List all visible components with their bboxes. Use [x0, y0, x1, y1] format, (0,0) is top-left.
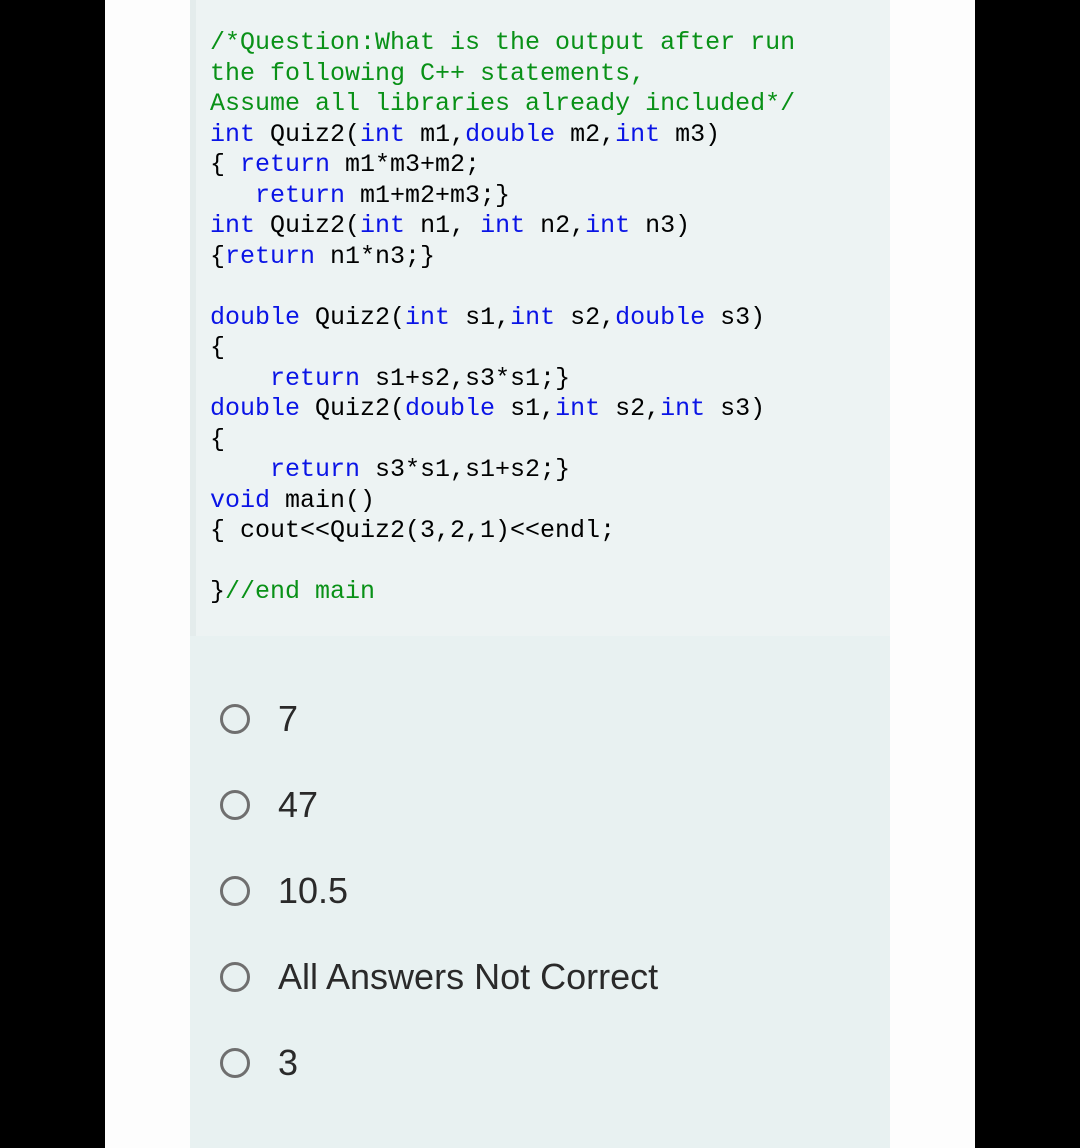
code-kw: double [210, 303, 300, 332]
option-label: All Answers Not Correct [278, 956, 658, 998]
radio-icon[interactable] [220, 876, 250, 906]
code-text: n3) [630, 211, 690, 240]
option-row[interactable]: 10.5 [220, 848, 870, 934]
code-content: /*Question:What is the output after run … [196, 24, 890, 612]
code-text [210, 455, 270, 484]
code-kw: int [660, 394, 705, 423]
code-text: m2, [555, 120, 615, 149]
code-text [210, 364, 270, 393]
code-comment: Assume all libraries already included*/ [210, 89, 795, 118]
option-row[interactable]: 3 [220, 1020, 870, 1106]
option-label: 47 [278, 784, 318, 826]
option-row[interactable]: All Answers Not Correct [220, 934, 870, 1020]
radio-icon[interactable] [220, 790, 250, 820]
code-text: s1, [495, 394, 555, 423]
option-label: 3 [278, 1042, 298, 1084]
code-kw: int [360, 211, 405, 240]
code-kw: double [210, 394, 300, 423]
code-text: { [210, 242, 225, 271]
code-comment: the following C++ statements, [210, 59, 645, 88]
radio-icon[interactable] [220, 962, 250, 992]
code-text: { cout<<Quiz2(3,2,1)<<endl; [210, 516, 615, 545]
code-kw: int [510, 303, 555, 332]
code-text: Quiz2( [255, 120, 360, 149]
code-text: main() [270, 486, 375, 515]
code-kw: return [270, 455, 360, 484]
code-text: s2, [600, 394, 660, 423]
code-text: m3) [660, 120, 720, 149]
code-text: s3) [705, 303, 765, 332]
sheet: /*Question:What is the output after run … [105, 0, 975, 1148]
code-kw: double [465, 120, 555, 149]
code-kw: int [480, 211, 525, 240]
code-text: n1, [405, 211, 480, 240]
code-text: Quiz2( [255, 211, 360, 240]
code-text: n1*n3;} [315, 242, 435, 271]
code-kw: return [270, 364, 360, 393]
code-block: /*Question:What is the output after run … [190, 0, 890, 636]
code-kw: int [555, 394, 600, 423]
code-kw: int [210, 120, 255, 149]
code-text: Quiz2( [300, 394, 405, 423]
code-text: s1+s2,s3*s1;} [360, 364, 570, 393]
code-text: s3*s1,s1+s2;} [360, 455, 570, 484]
code-comment: /*Question:What is the output after run [210, 28, 795, 57]
code-text: { [210, 150, 240, 179]
code-kw: int [360, 120, 405, 149]
option-label: 10.5 [278, 870, 348, 912]
code-kw: int [615, 120, 660, 149]
code-text: m1*m3+m2; [330, 150, 480, 179]
code-text: m1+m2+m3;} [345, 181, 510, 210]
code-text: n2, [525, 211, 585, 240]
code-kw: void [210, 486, 270, 515]
code-text: m1, [405, 120, 465, 149]
code-text [210, 181, 255, 210]
code-kw: return [255, 181, 345, 210]
page: /*Question:What is the output after run … [0, 0, 1080, 1148]
question-panel: /*Question:What is the output after run … [190, 0, 890, 1148]
code-text: Quiz2( [300, 303, 405, 332]
code-text: s1, [450, 303, 510, 332]
code-kw: int [210, 211, 255, 240]
code-text: s3) [705, 394, 765, 423]
radio-icon[interactable] [220, 1048, 250, 1078]
code-text: s2, [555, 303, 615, 332]
code-text: } [210, 577, 225, 606]
option-label: 7 [278, 698, 298, 740]
code-kw: return [225, 242, 315, 271]
code-kw: double [405, 394, 495, 423]
option-row[interactable]: 7 [220, 676, 870, 762]
code-text: { [210, 425, 225, 454]
answer-options: 7 47 10.5 All Answers Not Correct 3 [190, 636, 890, 1116]
radio-icon[interactable] [220, 704, 250, 734]
code-kw: int [405, 303, 450, 332]
code-kw: int [585, 211, 630, 240]
code-kw: return [240, 150, 330, 179]
code-comment: //end main [225, 577, 375, 606]
code-text: { [210, 333, 225, 362]
option-row[interactable]: 47 [220, 762, 870, 848]
code-kw: double [615, 303, 705, 332]
